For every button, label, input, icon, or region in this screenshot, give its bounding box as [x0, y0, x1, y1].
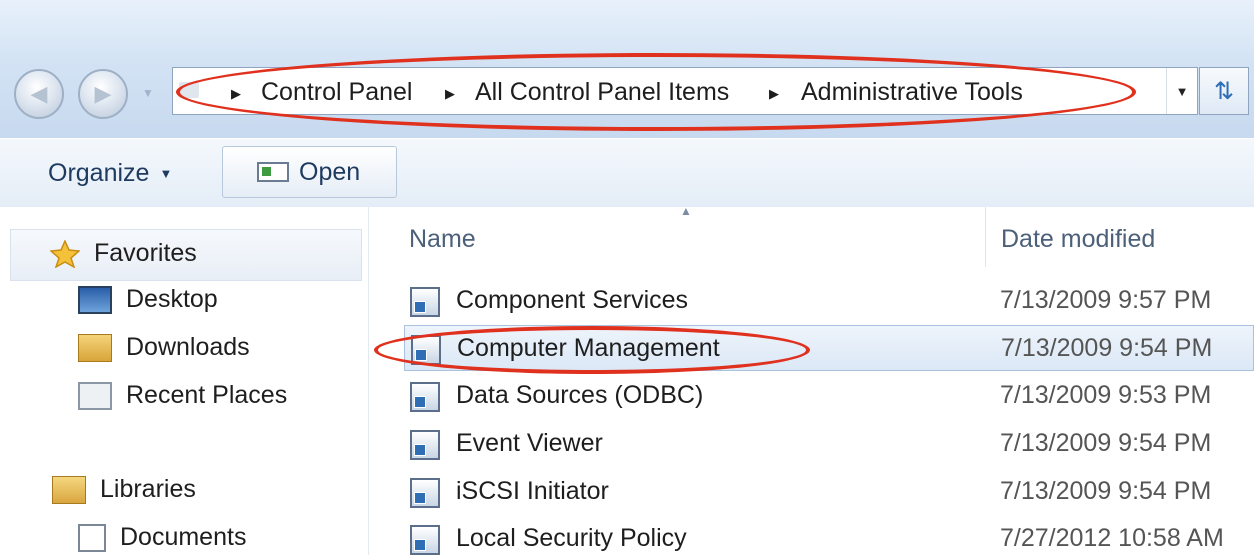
nav-item-documents[interactable]: Documents [78, 523, 246, 552]
nav-item-label: Downloads [126, 333, 250, 361]
address-bar[interactable]: ▶ Control Panel ▶ All Control Panel Item… [172, 67, 1198, 115]
file-name: iSCSI Initiator [456, 477, 609, 505]
computer-management-icon [411, 335, 441, 365]
open-window-icon [257, 162, 289, 182]
command-toolbar: Organize ▼ [0, 138, 1254, 208]
address-dropdown-icon[interactable]: ▼ [1166, 68, 1197, 114]
downloads-folder-icon [78, 333, 112, 362]
navigation-pane: Favorites Desktop Downloads Recent Place… [0, 207, 369, 555]
refresh-icon: ⇅ [1213, 77, 1235, 105]
nav-item-recent-places[interactable]: Recent Places [78, 381, 287, 410]
file-row[interactable]: Component Services 7/13/2009 9:57 PM [404, 278, 1254, 324]
breadcrumb-separator-icon[interactable]: ▶ [231, 86, 241, 102]
libraries-label: Libraries [100, 475, 196, 503]
organize-button[interactable]: Organize ▼ [48, 153, 172, 193]
sort-ascending-icon: ▲ [680, 204, 692, 218]
file-name: Component Services [456, 286, 689, 314]
column-header-name[interactable]: Name [409, 225, 476, 254]
recent-places-icon [78, 381, 112, 410]
organize-label: Organize [48, 158, 150, 187]
window-header: ◀ ▶ ▼ ▶ Control Panel ▶ All Control Pane… [0, 0, 1254, 138]
nav-item-label: Recent Places [126, 381, 288, 409]
column-header-date-modified[interactable]: Date modified [1001, 225, 1155, 254]
event-viewer-icon [410, 430, 440, 460]
file-row[interactable]: Data Sources (ODBC) 7/13/2009 9:53 PM [404, 373, 1254, 419]
file-name: Computer Management [457, 334, 720, 362]
nav-item-downloads[interactable]: Downloads [78, 333, 250, 362]
local-security-policy-icon [410, 525, 440, 555]
column-divider[interactable] [985, 207, 986, 267]
file-row[interactable]: iSCSI Initiator 7/13/2009 9:54 PM [404, 469, 1254, 515]
forward-arrow-icon: ▶ [94, 81, 112, 106]
libraries-node[interactable]: Libraries [52, 475, 196, 504]
file-row[interactable]: Event Viewer 7/13/2009 9:54 PM [404, 421, 1254, 467]
control-panel-icon [179, 82, 199, 98]
back-arrow-icon: ◀ [30, 81, 48, 106]
file-row-selected[interactable]: Computer Management 7/13/2009 9:54 PM [404, 325, 1254, 371]
file-row[interactable]: Local Security Policy 7/27/2012 10:58 AM [404, 516, 1254, 555]
file-date: 7/13/2009 9:54 PM [1001, 334, 1213, 362]
breadcrumb-all-control-panel-items[interactable]: All Control Panel Items [475, 78, 729, 107]
file-date: 7/13/2009 9:54 PM [1000, 477, 1212, 505]
recent-pages-chevron-icon[interactable]: ▼ [142, 86, 154, 100]
forward-button[interactable]: ▶ [78, 69, 128, 119]
component-services-icon [410, 287, 440, 317]
file-name: Local Security Policy [456, 524, 687, 552]
open-button[interactable]: Open [222, 146, 397, 198]
iscsi-initiator-icon [410, 478, 440, 508]
file-date: 7/13/2009 9:54 PM [1000, 429, 1212, 457]
favorites-node[interactable]: Favorites [49, 238, 197, 269]
nav-item-desktop[interactable]: Desktop [78, 285, 218, 314]
refresh-button[interactable]: ⇅ [1199, 67, 1249, 115]
star-icon [49, 238, 81, 269]
breadcrumb-separator-icon[interactable]: ▶ [445, 86, 455, 102]
open-label: Open [299, 157, 361, 186]
desktop-icon [78, 285, 112, 314]
favorites-label: Favorites [94, 239, 197, 267]
data-sources-icon [410, 382, 440, 412]
back-button[interactable]: ◀ [14, 69, 64, 119]
breadcrumb-administrative-tools[interactable]: Administrative Tools [801, 78, 1023, 107]
file-name: Event Viewer [456, 429, 603, 457]
file-name: Data Sources (ODBC) [456, 381, 704, 409]
breadcrumb-separator-icon[interactable]: ▶ [769, 86, 779, 102]
nav-item-label: Desktop [126, 285, 218, 313]
file-date: 7/27/2012 10:58 AM [1000, 524, 1224, 552]
documents-icon [78, 523, 106, 552]
file-date: 7/13/2009 9:57 PM [1000, 286, 1212, 314]
libraries-icon [52, 475, 86, 504]
breadcrumb-control-panel[interactable]: Control Panel [261, 78, 412, 107]
nav-item-label: Documents [120, 523, 247, 551]
file-date: 7/13/2009 9:53 PM [1000, 381, 1212, 409]
chevron-down-icon: ▼ [159, 165, 173, 181]
